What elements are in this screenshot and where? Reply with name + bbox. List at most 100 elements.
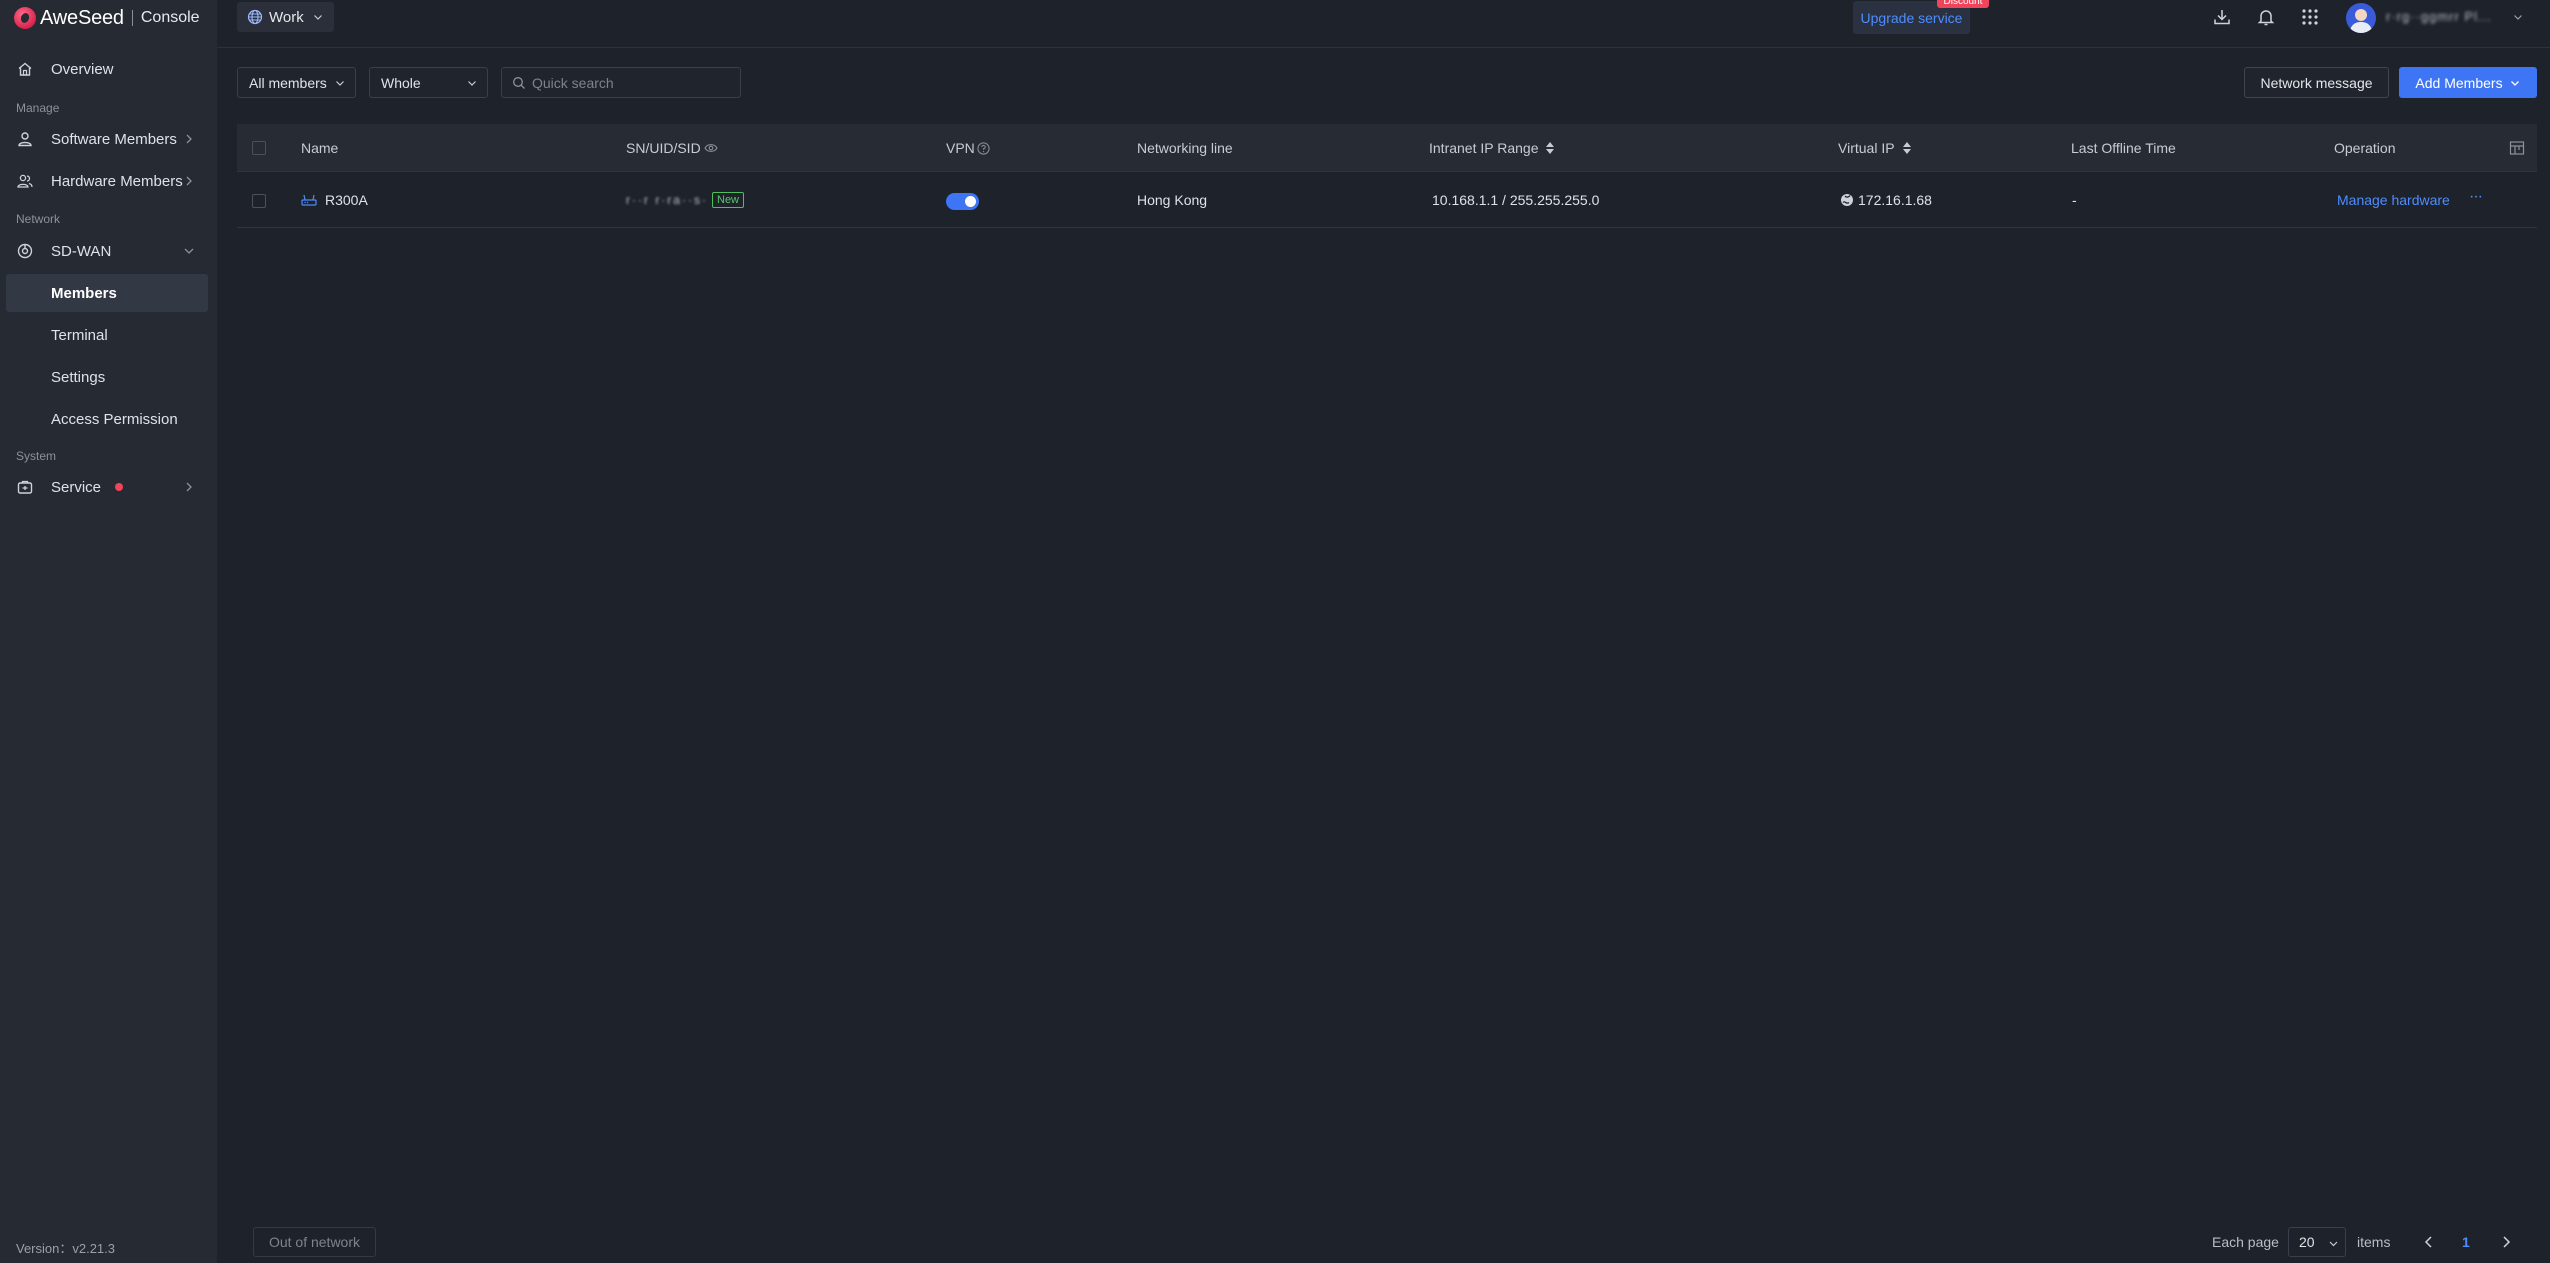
column-intranet-ip[interactable]: Intranet IP Range [1429,140,1555,156]
chevron-right-icon [186,134,192,144]
row-checkbox[interactable] [252,194,266,208]
row-name: R300A [325,192,368,208]
section-label-manage: Manage [16,101,60,115]
row-networking-line: Hong Kong [1137,192,1208,208]
column-name: Name [301,140,339,156]
search-input[interactable] [532,74,732,91]
manage-hardware-link[interactable]: Manage hardware [2337,192,2450,208]
sidebar-item-overview[interactable]: Overview [6,50,208,88]
chevron-left-icon[interactable] [2421,1234,2437,1250]
network-message-button[interactable]: Network message [2244,67,2389,98]
chevron-down-icon[interactable] [2512,11,2524,23]
workspace-label: Work [269,8,304,26]
sidebar-item-label: Members [51,284,117,302]
sort-icon[interactable] [1902,142,1911,154]
column-networking-line: Networking line [1137,140,1233,156]
bell-icon[interactable] [2256,7,2276,27]
brand-console-label: Console [140,9,200,26]
sidebar-item-label: Software Members [51,130,177,148]
brand[interactable]: AweSeed Console [14,6,200,30]
sidebar-item-access-permission[interactable]: Access Permission [6,400,208,438]
table-row[interactable]: R300A r··r r·ra··s·a New Hong Kong 10.16… [237,174,2537,228]
notification-dot [115,483,124,491]
column-vpn: VPN [946,140,990,156]
sidebar-item-sdwan[interactable]: SD-WAN [6,232,208,270]
sidebar-item-service[interactable]: Service [6,468,208,506]
sidebar-item-hardware-members[interactable]: Hardware Members [6,162,208,200]
section-label-network: Network [16,212,61,226]
page-size-value: 20 [2299,1234,2315,1250]
sidebar-item-label: Service [51,478,102,496]
out-of-network-button[interactable]: Out of network [253,1227,376,1257]
sidebar-item-label: SD-WAN [51,242,112,260]
row-intranet-ip: 10.168.1.1 / 255.255.255.0 [1432,192,1600,208]
chevron-right-icon [186,176,192,186]
add-members-label: Add Members [2415,74,2503,91]
sidebar-item-members[interactable]: Members [6,274,208,312]
sidebar-item-label: Terminal [51,326,108,344]
page-size-select[interactable]: 20 [2288,1227,2346,1257]
sidebar-item-settings[interactable]: Settings [6,358,208,396]
home-icon [16,60,34,78]
more-actions-button[interactable]: ··· [2469,188,2483,206]
add-members-button[interactable]: Add Members [2399,67,2537,98]
vpn-toggle[interactable] [946,193,979,210]
column-virtual-ip[interactable]: Virtual IP [1838,140,1911,156]
router-icon [301,194,317,206]
member-filter-select[interactable]: All members [237,67,356,98]
table-header: Name SN/UID/SID VPN Networking line Intr… [237,124,2537,172]
column-last-offline: Last Offline Time [2071,140,2176,156]
download-icon[interactable] [2212,7,2232,27]
column-settings-icon[interactable] [2509,140,2525,156]
help-icon[interactable] [977,141,990,155]
select-all-checkbox[interactable] [252,141,266,155]
sidebar-item-label: Overview [51,60,114,78]
chevron-down-icon [184,248,194,254]
scope-filter-select[interactable]: Whole [369,67,488,98]
chevron-down-icon [2329,1241,2338,1247]
member-filter-value: All members [249,74,327,91]
search-icon [513,77,525,89]
brand-name: AweSeed [40,6,124,29]
sidebar-item-terminal[interactable]: Terminal [6,316,208,354]
section-label-system: System [16,449,57,463]
apps-grid-icon[interactable] [2300,7,2320,27]
row-sn-cell: r··r r·ra··s·a New [626,192,745,208]
sidebar-item-label: Settings [51,368,106,386]
sidebar-item-label: Hardware Members [51,172,183,190]
globe-icon [1841,194,1853,206]
discount-badge: Discount [1937,0,1989,8]
row-name-cell: R300A [301,192,368,208]
sidebar-item-label: Access Permission [51,410,178,428]
column-sn: SN/UID/SID [626,140,718,156]
column-intranet-ip-label: Intranet IP Range [1429,140,1539,156]
eye-icon[interactable] [704,141,718,155]
chevron-down-icon [336,81,344,86]
avatar[interactable] [2346,3,2376,33]
chevron-right-icon[interactable] [2498,1234,2514,1250]
workspace-selector[interactable]: Work [237,2,334,32]
sort-icon[interactable] [1546,142,1555,154]
column-vpn-label: VPN [946,140,975,156]
row-virtual-ip-cell: 172.16.1.68 [1840,192,1932,208]
column-operation: Operation [2334,140,2396,156]
sdwan-icon [16,242,34,260]
row-sn: r··r r·ra··s·a [626,193,708,207]
page-number-current[interactable]: 1 [2462,1234,2470,1250]
version-label: Version：v2.21.3 [16,1241,116,1256]
row-virtual-ip: 172.16.1.68 [1858,192,1932,208]
chevron-down-icon [2510,80,2519,86]
items-label: items [2357,1234,2391,1250]
globe-icon [247,9,263,25]
topbar: Work [217,0,2550,48]
column-sn-label: SN/UID/SID [626,140,701,156]
chevron-down-icon [313,15,322,20]
row-last-offline: - [2072,192,2077,208]
scope-filter-value: Whole [381,74,421,91]
username-label[interactable]: r·rg··ggmrr Pl... [2386,9,2496,25]
brand-divider [131,10,133,26]
sidebar-item-software-members[interactable]: Software Members [6,120,208,158]
quick-search[interactable] [501,67,741,98]
column-virtual-ip-label: Virtual IP [1838,140,1895,156]
chevron-down-icon [468,81,476,86]
